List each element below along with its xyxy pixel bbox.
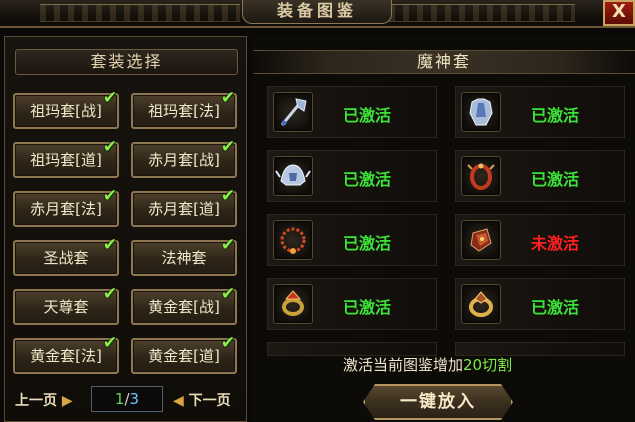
- checkmark-icon: ✔: [220, 186, 236, 206]
- arrow-left-icon: ◀: [173, 393, 184, 409]
- suit-grid: 祖玛套[战] ✔ 祖玛套[法] ✔ 祖玛套[道] ✔ 赤月套[战] ✔ 赤月套[法] ✔ …: [13, 88, 243, 374]
- suit-button[interactable]: 赤月套[法] ✔: [13, 186, 119, 227]
- suit-selection-panel: 套装选择 祖玛套[战] ✔ 祖玛套[法] ✔ 祖玛套[道] ✔ 赤月套[战] ✔ 赤月套…: [4, 36, 247, 422]
- set-item[interactable]: 已激活: [455, 86, 625, 138]
- suit-button[interactable]: 黄金套[战] ✔: [131, 284, 237, 325]
- suit-label: 天尊套: [43, 298, 89, 316]
- item-status: 已激活: [343, 106, 392, 125]
- set-name-header: 魔神套: [253, 50, 635, 74]
- ring-icon: [273, 284, 313, 324]
- checkmark-icon: ✔: [102, 333, 118, 353]
- next-page-label: 下一页: [188, 393, 231, 409]
- suit-button[interactable]: 法神套 ✔: [131, 235, 237, 276]
- arrow-right-icon: ▶: [61, 393, 73, 409]
- suit-label: 黄金套[道]: [148, 347, 220, 365]
- suit-label: 祖玛套[法]: [148, 102, 220, 120]
- bonus-value: 20切割: [463, 356, 513, 374]
- axe-weapon-icon: [273, 92, 313, 132]
- suit-button[interactable]: 天尊套 ✔: [13, 284, 119, 325]
- helmet-icon: [273, 156, 313, 196]
- item-status: 已激活: [343, 170, 392, 189]
- checkmark-icon: ✔: [220, 284, 236, 304]
- next-page-button[interactable]: ◀ 下一页: [173, 390, 231, 410]
- bonus-prefix: 激活当前图鉴增加: [343, 356, 464, 374]
- suit-label: 黄金套[法]: [30, 347, 102, 365]
- necklace-icon: [273, 220, 313, 260]
- set-item[interactable]: 已激活: [267, 150, 437, 202]
- checkmark-icon: ✔: [102, 137, 118, 157]
- suit-label: 祖玛套[道]: [30, 151, 102, 169]
- checkmark-icon: ✔: [102, 186, 118, 206]
- total-pages: 3: [129, 390, 140, 408]
- suit-label: 圣战套: [43, 249, 89, 267]
- suit-button[interactable]: 祖玛套[法] ✔: [131, 88, 237, 129]
- item-status: 已激活: [531, 170, 580, 189]
- suit-label: 赤月套[道]: [148, 200, 220, 218]
- suit-label: 赤月套[战]: [148, 151, 220, 169]
- set-detail-panel: 魔神套 已激活 已激活 已激活 已激活 已激活 未激活 已激活 已激活 激活当前…: [253, 36, 635, 422]
- set-item[interactable]: 已激活: [267, 278, 437, 330]
- suit-label: 祖玛套[战]: [30, 102, 102, 120]
- ring-gold-icon: [461, 284, 501, 324]
- checkmark-icon: ✔: [220, 333, 236, 353]
- suit-button[interactable]: 黄金套[法] ✔: [13, 333, 119, 374]
- checkmark-icon: ✔: [220, 235, 236, 255]
- checkmark-icon: ✔: [102, 284, 118, 304]
- set-item[interactable]: 未激活: [455, 214, 625, 266]
- checkmark-icon: ✔: [102, 88, 118, 108]
- item-status: 已激活: [531, 106, 580, 125]
- bracer-icon: [461, 220, 501, 260]
- bonus-text: 激活当前图鉴增加20切割: [343, 354, 512, 375]
- checkmark-icon: ✔: [220, 88, 236, 108]
- set-items-list: 已激活 已激活 已激活 已激活 已激活 未激活 已激活 已激活: [267, 86, 625, 390]
- suit-button[interactable]: 赤月套[道] ✔: [131, 186, 237, 227]
- window-title: 装备图鉴: [242, 0, 392, 24]
- title-ornament-right: [375, 4, 575, 22]
- suit-label: 法神套: [161, 249, 207, 267]
- set-item[interactable]: 已激活: [267, 214, 437, 266]
- set-item[interactable]: 已激活: [267, 86, 437, 138]
- suit-button[interactable]: 黄金套[道] ✔: [131, 333, 237, 374]
- title-bar: 装备图鉴 X: [0, 0, 635, 28]
- prev-page-button[interactable]: 上一页 ▶: [15, 390, 73, 410]
- suit-button[interactable]: 圣战套 ✔: [13, 235, 119, 276]
- item-status: 已激活: [343, 234, 392, 253]
- suit-label: 黄金套[战]: [148, 298, 220, 316]
- set-item[interactable]: 已激活: [455, 278, 625, 330]
- suit-selection-header: 套装选择: [15, 49, 238, 75]
- armor-icon: [461, 92, 501, 132]
- item-status: 未激活: [531, 234, 580, 253]
- suit-button[interactable]: 祖玛套[道] ✔: [13, 137, 119, 178]
- checkmark-icon: ✔: [220, 137, 236, 157]
- bracelet-icon: [461, 156, 501, 196]
- suit-button[interactable]: 赤月套[战] ✔: [131, 137, 237, 178]
- checkmark-icon: ✔: [102, 235, 118, 255]
- close-button[interactable]: X: [603, 0, 635, 26]
- put-all-button[interactable]: 一键放入: [363, 384, 513, 420]
- set-item[interactable]: 已激活: [455, 150, 625, 202]
- title-ornament-left: [40, 4, 240, 22]
- item-status: 已激活: [531, 298, 580, 317]
- item-status: 已激活: [343, 298, 392, 317]
- prev-page-label: 上一页: [15, 393, 57, 409]
- page-indicator: 1/3: [91, 386, 163, 412]
- suit-button[interactable]: 祖玛套[战] ✔: [13, 88, 119, 129]
- pager: 上一页 ▶ 1/3 ◀ 下一页: [5, 386, 248, 416]
- suit-label: 赤月套[法]: [30, 200, 102, 218]
